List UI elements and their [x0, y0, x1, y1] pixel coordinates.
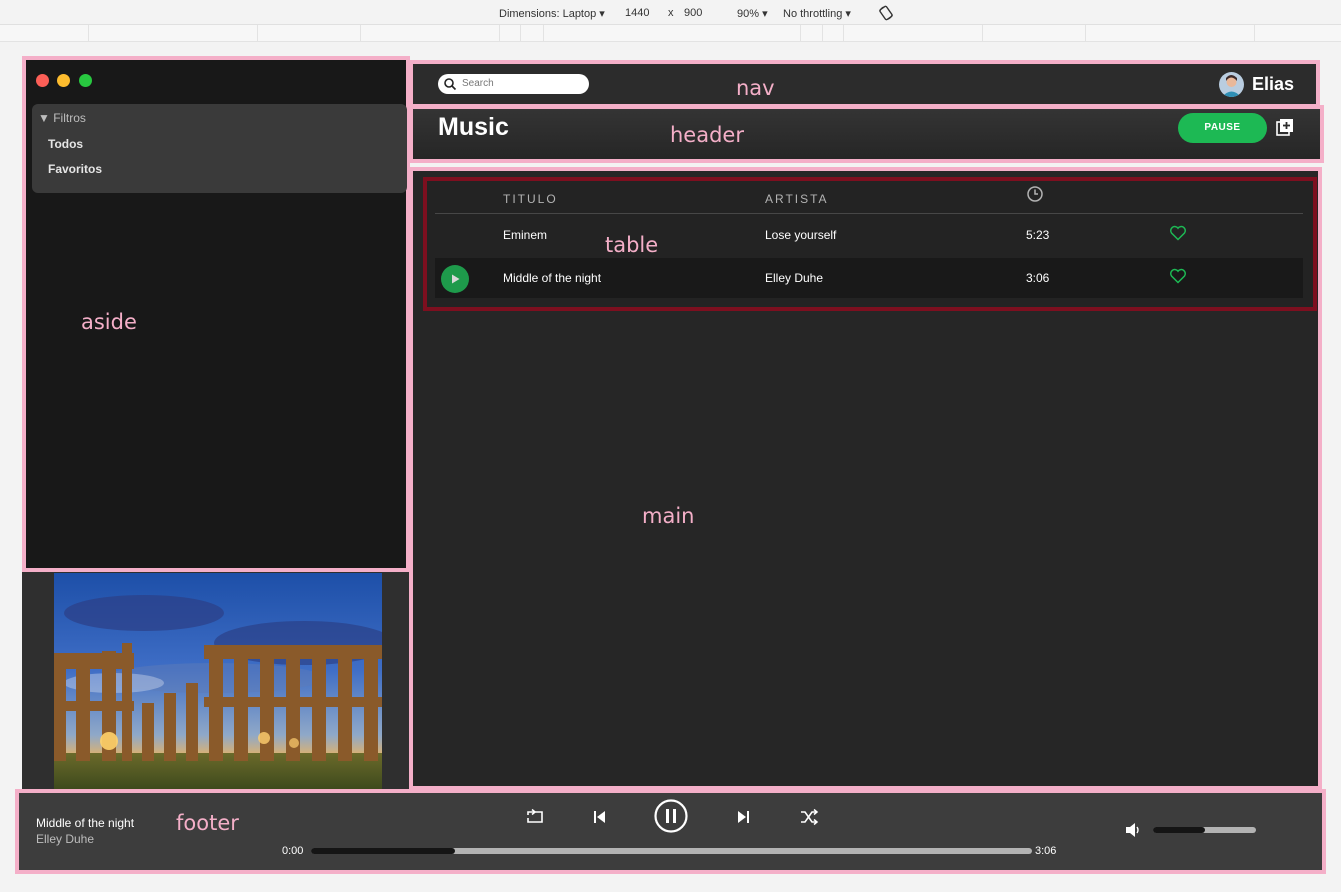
- column-artist[interactable]: ARTISTA: [765, 192, 829, 206]
- now-playing-title: Middle of the night: [36, 816, 135, 830]
- play-button[interactable]: [441, 265, 469, 293]
- volume-slider-fill: [1153, 827, 1205, 833]
- row-artist: Elley Duhe: [765, 271, 824, 285]
- filters-panel: ▼ Filtros Todos Favoritos: [32, 104, 407, 193]
- progress-bar-fill: [311, 848, 456, 854]
- zoom-select[interactable]: 90% ▾: [737, 7, 768, 20]
- minimize-window-dot[interactable]: [57, 74, 70, 87]
- main-content: TITULO ARTISTA table Eminem Lose yoursel…: [409, 167, 1322, 790]
- viewport-width-input[interactable]: 1440: [625, 7, 649, 19]
- songs-table: TITULO ARTISTA table Eminem Lose yoursel…: [423, 177, 1317, 311]
- filter-item-favoritos[interactable]: Favoritos: [48, 162, 102, 176]
- user-name[interactable]: Elias: [1252, 74, 1294, 95]
- volume-icon[interactable]: [1124, 822, 1142, 838]
- progress-bar[interactable]: [311, 848, 1032, 854]
- dimensions-separator: x: [668, 7, 674, 19]
- favorite-heart-icon[interactable]: [1169, 268, 1187, 284]
- user-avatar[interactable]: [1219, 72, 1244, 97]
- previous-track-icon[interactable]: [591, 809, 607, 825]
- table-row[interactable]: Eminem Lose yourself 5:23: [435, 215, 1303, 255]
- table-header: TITULO ARTISTA: [435, 181, 1303, 214]
- page-title: Music: [438, 113, 509, 141]
- favorite-heart-icon[interactable]: [1169, 225, 1187, 241]
- search-input[interactable]: Search: [438, 74, 589, 94]
- pause-circle-button[interactable]: [653, 798, 689, 834]
- time-total: 3:06: [1035, 845, 1057, 857]
- header-region-label: header: [670, 123, 744, 147]
- viewport-height-input[interactable]: 900: [684, 7, 702, 19]
- devtools-toolbar: Dimensions: Laptop ▾ 1440 x 900 90% ▾ No…: [0, 0, 1341, 25]
- volume-slider[interactable]: [1153, 827, 1256, 833]
- row-artist: Lose yourself: [765, 228, 837, 242]
- search-placeholder: Search: [462, 78, 494, 89]
- duration-clock-icon: [1027, 186, 1043, 202]
- device-dimensions-select[interactable]: Dimensions: Laptop ▾: [499, 7, 605, 20]
- repeat-icon[interactable]: [525, 808, 545, 826]
- row-title: Middle of the night: [503, 271, 602, 285]
- row-title: Eminem: [503, 228, 548, 242]
- footer-region-label: footer: [176, 811, 239, 835]
- player-footer: Middle of the night Elley Duhe footer 0:…: [15, 789, 1326, 874]
- now-playing-artist: Elley Duhe: [36, 832, 95, 846]
- album-cover-image: [54, 573, 382, 789]
- add-to-library-icon[interactable]: [1275, 117, 1295, 137]
- page-header: Music header PAUSE: [409, 105, 1324, 163]
- next-track-icon[interactable]: [736, 809, 752, 825]
- play-icon: [452, 274, 460, 284]
- aside-panel: ▼ Filtros Todos Favoritos aside: [22, 56, 410, 572]
- maximize-window-dot[interactable]: [79, 74, 92, 87]
- filters-toggle[interactable]: ▼ Filtros: [38, 111, 86, 125]
- album-art-panel: [22, 572, 410, 789]
- media-query-ruler: [0, 25, 1341, 42]
- filter-item-todos[interactable]: Todos: [48, 137, 83, 151]
- main-region-label: main: [642, 504, 695, 528]
- table-row[interactable]: Middle of the night Elley Duhe 3:06: [435, 258, 1303, 298]
- close-window-dot[interactable]: [36, 74, 49, 87]
- throttling-select[interactable]: No throttling ▾: [783, 7, 851, 20]
- row-duration: 5:23: [1026, 228, 1050, 242]
- nav-region-label: nav: [736, 76, 775, 100]
- time-current: 0:00: [282, 845, 304, 857]
- rotate-icon[interactable]: [878, 5, 894, 21]
- pause-button[interactable]: PAUSE: [1178, 113, 1267, 143]
- search-icon: [444, 78, 457, 91]
- row-duration: 3:06: [1026, 271, 1050, 285]
- nav-bar: Search nav Elias: [409, 60, 1320, 108]
- aside-region-label: aside: [81, 310, 137, 334]
- shuffle-icon[interactable]: [799, 808, 819, 826]
- column-title[interactable]: TITULO: [503, 192, 558, 206]
